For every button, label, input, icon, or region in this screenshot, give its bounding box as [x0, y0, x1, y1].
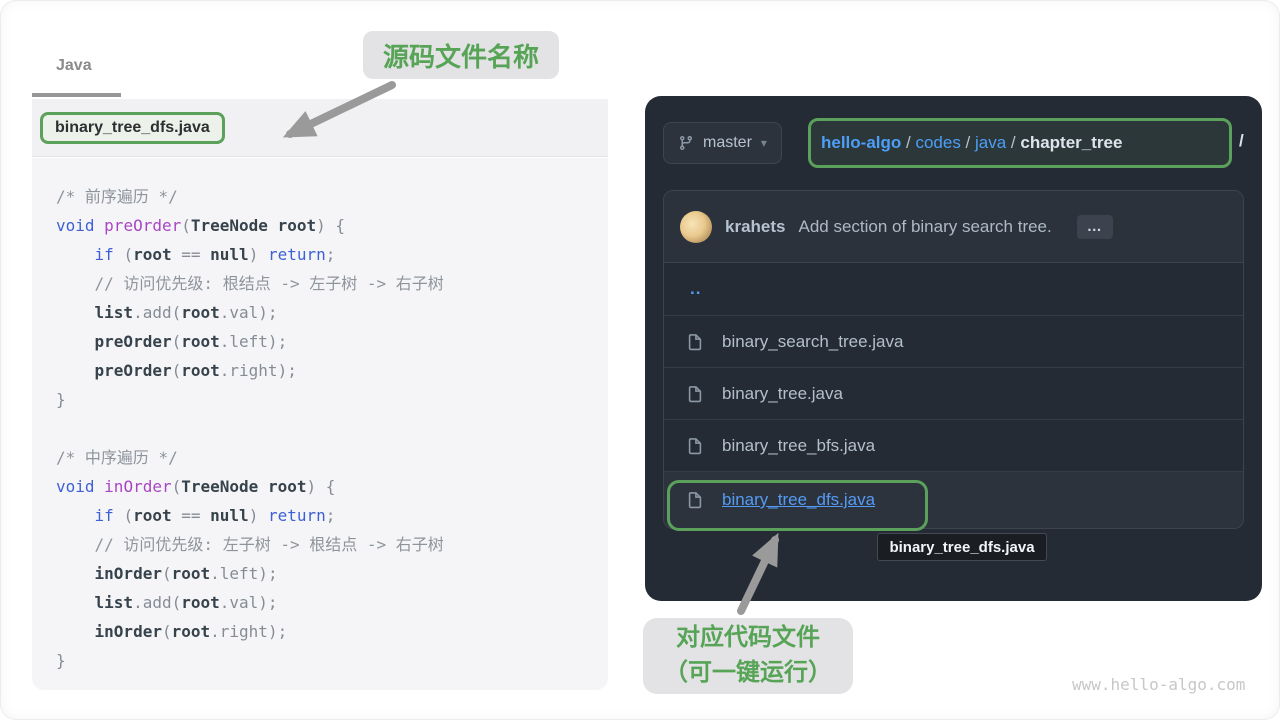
code-line [56, 414, 608, 443]
file-name-link[interactable]: binary_tree.java [722, 384, 843, 404]
file-row-parent[interactable]: .. [664, 263, 1243, 315]
breadcrumb-separator: / [1006, 133, 1020, 152]
breadcrumb-tail-slash: / [1239, 131, 1244, 151]
code-line: void preOrder(TreeNode root) { [56, 211, 608, 240]
git-branch-icon [678, 135, 694, 151]
file-name-link[interactable]: binary_search_tree.java [722, 332, 903, 352]
breadcrumb-separator: / [961, 133, 975, 152]
breadcrumb-separator: / [901, 133, 915, 152]
annotation-source-text: 源码文件名称 [383, 37, 539, 74]
avatar[interactable] [680, 211, 712, 243]
code-line: } [56, 646, 608, 675]
code-line: // 访问优先级: 左子树 -> 根结点 -> 右子树 [56, 530, 608, 559]
watermark: www.hello-algo.com [1072, 675, 1245, 694]
code-line: preOrder(root.left); [56, 327, 608, 356]
file-row[interactable]: binary_tree_dfs.java [664, 471, 1243, 528]
code-filename: binary_tree_dfs.java [55, 119, 210, 136]
tab-java[interactable]: Java [56, 57, 92, 75]
code-line: preOrder(root.right); [56, 356, 608, 385]
tooltip: binary_tree_dfs.java [877, 533, 1047, 561]
file-name-link[interactable]: binary_tree_bfs.java [722, 436, 875, 456]
code-line: // 访问优先级: 根结点 -> 左子树 -> 右子树 [56, 269, 608, 298]
code-line: inOrder(root.left); [56, 559, 608, 588]
annotation-target-text-2: （可一键运行） [664, 656, 832, 691]
code-line: /* 中序遍历 */ [56, 443, 608, 472]
annotation-source-label: 源码文件名称 [363, 31, 559, 79]
tab-active-indicator [32, 93, 121, 97]
code-line: inOrder(root.right); [56, 617, 608, 646]
commit-author-link[interactable]: krahets [725, 217, 785, 237]
code-line: list.add(root.val); [56, 588, 608, 617]
breadcrumb: hello-algo / codes / java / chapter_tree [821, 133, 1122, 153]
file-icon [686, 437, 704, 455]
latest-commit-row: krahets Add section of binary search tre… [664, 191, 1243, 263]
file-row[interactable]: binary_tree_bfs.java [664, 419, 1243, 471]
annotation-target-text-1: 对应代码文件 [676, 621, 820, 656]
code-line: if (root == null) return; [56, 240, 608, 269]
github-panel: master ▾ hello-algo / codes / java / cha… [645, 96, 1262, 601]
code-line: list.add(root.val); [56, 298, 608, 327]
branch-selector[interactable]: master ▾ [663, 122, 782, 164]
breadcrumb-segment[interactable]: java [975, 133, 1006, 152]
commit-more-button[interactable]: … [1077, 215, 1113, 239]
file-name-link[interactable]: binary_tree_dfs.java [722, 490, 875, 510]
file-list: .. binary_search_tree.java binary_tree.jav… [664, 263, 1243, 528]
breadcrumb-highlight-box: hello-algo / codes / java / chapter_tree [808, 118, 1232, 168]
commit-message[interactable]: Add section of binary search tree. [798, 217, 1051, 237]
code-line: void inOrder(TreeNode root) { [56, 472, 608, 501]
parent-dir-link[interactable]: .. [686, 279, 701, 299]
breadcrumb-segment[interactable]: hello-algo [821, 133, 901, 152]
chevron-down-icon: ▾ [761, 136, 767, 150]
file-icon [686, 491, 704, 509]
code-filename-bar: binary_tree_dfs.java [32, 99, 608, 157]
file-row[interactable]: binary_search_tree.java [664, 315, 1243, 367]
branch-name: master [703, 134, 752, 152]
file-row[interactable]: binary_tree.java [664, 367, 1243, 419]
breadcrumb-segment[interactable]: codes [915, 133, 960, 152]
annotation-target-label: 对应代码文件 （可一键运行） [643, 618, 853, 694]
file-browser: krahets Add section of binary search tre… [663, 190, 1244, 529]
code-line: /* 前序遍历 */ [56, 182, 608, 211]
file-icon [686, 333, 704, 351]
filename-highlight-box: binary_tree_dfs.java [40, 112, 225, 144]
breadcrumb-segment: chapter_tree [1020, 133, 1122, 152]
figure-root: Java binary_tree_dfs.java /* 前序遍历 */void… [0, 0, 1280, 720]
file-icon [686, 385, 704, 403]
code-line: if (root == null) return; [56, 501, 608, 530]
code-line: } [56, 385, 608, 414]
code-block: /* 前序遍历 */void preOrder(TreeNode root) {… [32, 158, 608, 690]
